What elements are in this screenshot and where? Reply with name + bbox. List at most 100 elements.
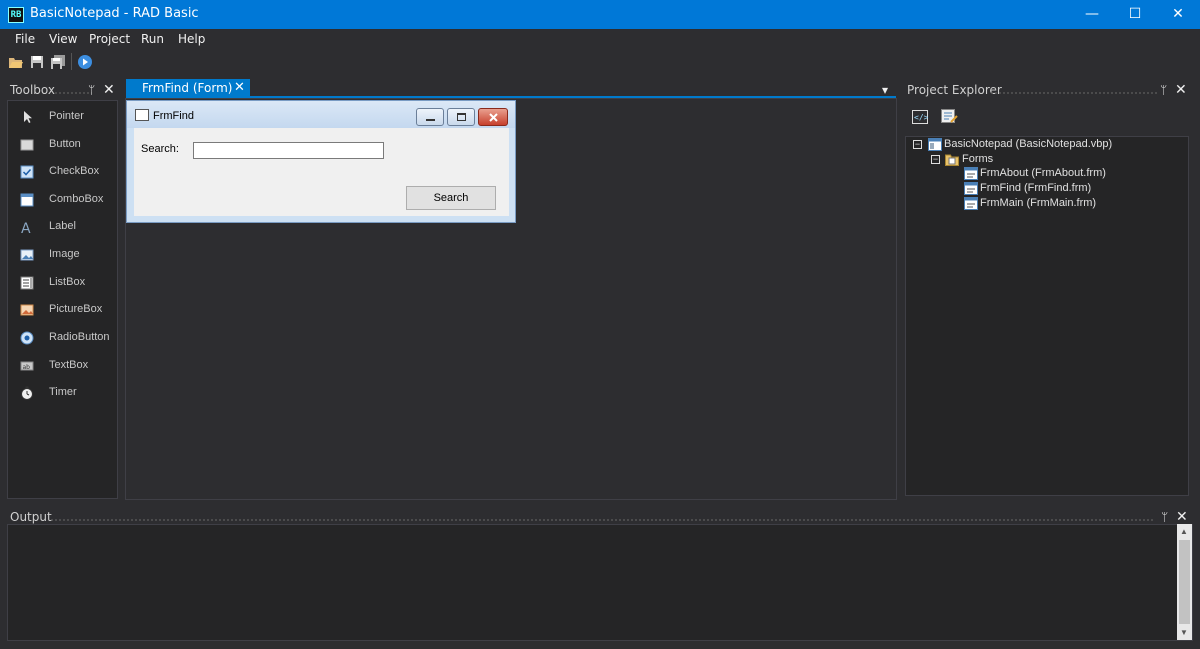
output-pin-icon[interactable]: ᛘ bbox=[1161, 510, 1168, 524]
header-grip bbox=[990, 91, 1157, 95]
project-explorer-header: Project Explorer ᛘ ✕ bbox=[907, 82, 1189, 101]
toolbox-item-label: ComboBox bbox=[49, 193, 104, 205]
toolbox-item-label: PictureBox bbox=[49, 303, 103, 315]
menu-file[interactable]: File bbox=[15, 32, 35, 46]
toolbox-item-timer[interactable]: Timer bbox=[20, 384, 120, 404]
radiobutton-icon bbox=[20, 331, 34, 345]
tab-label: FrmFind (Form) bbox=[142, 81, 233, 95]
save-all-icon[interactable] bbox=[50, 54, 66, 70]
designer-form-frmfind[interactable]: FrmFind Search: Search bbox=[126, 100, 516, 223]
form-caption-title: FrmFind bbox=[153, 110, 194, 122]
project-explorer-close-icon[interactable]: ✕ bbox=[1175, 82, 1187, 98]
toolbox-item-label: Label bbox=[49, 220, 76, 232]
tab-frmfind-form[interactable]: FrmFind (Form) ✕ bbox=[126, 79, 250, 97]
search-input[interactable] bbox=[193, 142, 384, 159]
tree-node-form[interactable]: FrmFind (FrmFind.frm) bbox=[964, 182, 1184, 196]
search-button[interactable]: Search bbox=[406, 186, 496, 210]
form-maximize-button[interactable] bbox=[447, 108, 475, 126]
scroll-up-icon[interactable]: ▲ bbox=[1180, 527, 1188, 536]
run-icon[interactable] bbox=[77, 54, 93, 70]
tree-node-forms[interactable]: − Forms bbox=[931, 153, 1181, 167]
tree-node-form[interactable]: FrmAbout (FrmAbout.frm) bbox=[964, 167, 1184, 181]
toolbox-item-pointer[interactable]: Pointer bbox=[20, 108, 120, 128]
folder-icon bbox=[945, 154, 959, 166]
view-code-icon[interactable]: </> bbox=[912, 110, 928, 124]
svg-text:ab: ab bbox=[23, 364, 31, 371]
tree-node-project[interactable]: − BasicNotepad (BasicNotepad.vbp) bbox=[913, 138, 1183, 152]
form-minimize-button[interactable] bbox=[416, 108, 444, 126]
button-icon bbox=[20, 139, 34, 151]
project-icon bbox=[928, 138, 942, 151]
menu-run[interactable]: Run bbox=[141, 32, 164, 46]
tree-label: BasicNotepad (BasicNotepad.vbp) bbox=[944, 138, 1113, 150]
toolbox-item-textbox[interactable]: ab TextBox bbox=[20, 357, 120, 377]
pointer-icon bbox=[24, 111, 32, 123]
output-panel[interactable] bbox=[7, 524, 1193, 641]
picturebox-icon bbox=[20, 304, 34, 316]
toolbox-close-icon[interactable]: ✕ bbox=[103, 82, 115, 98]
timer-icon bbox=[21, 386, 33, 400]
project-explorer-title: Project Explorer bbox=[907, 83, 1002, 97]
minimize-button[interactable]: — bbox=[1070, 0, 1114, 29]
image-icon bbox=[20, 249, 34, 261]
project-explorer-pin-icon[interactable]: ᛘ bbox=[1160, 83, 1167, 97]
output-close-icon[interactable]: ✕ bbox=[1176, 509, 1188, 525]
toolbox-panel: Pointer Button CheckBox ComboBox A Label… bbox=[7, 100, 118, 499]
maximize-button[interactable]: ☐ bbox=[1113, 0, 1157, 29]
tab-dropdown-icon[interactable]: ▾ bbox=[882, 83, 888, 97]
toolbox-header: Toolbox ᛘ ✕ bbox=[10, 82, 118, 101]
toolbox-item-radiobutton[interactable]: RadioButton bbox=[20, 329, 120, 349]
toolbox-item-label[interactable]: A Label bbox=[20, 218, 120, 238]
app-icon: RB bbox=[8, 7, 24, 23]
menu-project[interactable]: Project bbox=[89, 32, 130, 46]
form-icon bbox=[964, 182, 978, 195]
tree-label: FrmFind (FrmFind.frm) bbox=[980, 182, 1092, 194]
scroll-down-icon[interactable]: ▼ bbox=[1180, 628, 1188, 637]
tab-close-icon[interactable]: ✕ bbox=[234, 79, 245, 95]
toolbox-item-button[interactable]: Button bbox=[20, 136, 120, 156]
svg-text:A: A bbox=[21, 221, 31, 234]
view-object-icon[interactable] bbox=[941, 109, 958, 124]
tree-node-form[interactable]: FrmMain (FrmMain.frm) bbox=[964, 197, 1184, 211]
collapse-icon[interactable]: − bbox=[931, 155, 940, 164]
form-window-icon bbox=[135, 109, 149, 121]
toolbox-item-picturebox[interactable]: PictureBox bbox=[20, 301, 120, 321]
toolbox-item-label: ListBox bbox=[49, 276, 86, 288]
form-icon bbox=[964, 167, 978, 180]
toolbox-item-label: CheckBox bbox=[49, 165, 100, 177]
toolbox-item-listbox[interactable]: ListBox bbox=[20, 274, 120, 294]
listbox-icon bbox=[20, 276, 34, 290]
scrollbar-thumb[interactable] bbox=[1179, 540, 1190, 624]
toolbox-pin-icon[interactable]: ᛘ bbox=[88, 83, 95, 97]
menu-bar: File View Project Run Help bbox=[0, 29, 1200, 50]
close-icon bbox=[489, 113, 498, 122]
toolbox-item-combobox[interactable]: ComboBox bbox=[20, 191, 120, 211]
form-close-button[interactable] bbox=[478, 108, 508, 126]
toolbox-item-label: RadioButton bbox=[49, 331, 110, 343]
tree-label: FrmAbout (FrmAbout.frm) bbox=[980, 167, 1106, 179]
header-grip bbox=[54, 91, 92, 95]
output-scrollbar[interactable]: ▲ ▼ bbox=[1177, 524, 1192, 640]
menu-help[interactable]: Help bbox=[178, 32, 205, 46]
toolbox-item-label: TextBox bbox=[49, 359, 89, 371]
form-caption-bar: FrmFind bbox=[127, 101, 515, 128]
collapse-icon[interactable]: − bbox=[913, 140, 922, 149]
toolbox-item-image[interactable]: Image bbox=[20, 246, 120, 266]
toolbox-item-label: Button bbox=[49, 138, 81, 150]
save-icon[interactable] bbox=[29, 54, 45, 70]
menu-view[interactable]: View bbox=[49, 32, 77, 46]
checkbox-icon bbox=[20, 165, 34, 179]
toolbox-item-label: Timer bbox=[49, 386, 77, 398]
form-icon bbox=[964, 197, 978, 210]
toolbox-title: Toolbox bbox=[10, 83, 55, 97]
toolbox-item-checkbox[interactable]: CheckBox bbox=[20, 163, 120, 183]
svg-text:</>: </> bbox=[914, 113, 928, 122]
label-icon: A bbox=[21, 221, 31, 234]
window-title: BasicNotepad - RAD Basic bbox=[30, 6, 199, 21]
title-bar[interactable]: RB BasicNotepad - RAD Basic — ☐ ✕ bbox=[0, 0, 1200, 29]
close-window-button[interactable]: ✕ bbox=[1156, 0, 1200, 29]
textbox-icon: ab bbox=[20, 361, 34, 371]
maximize-icon bbox=[457, 113, 466, 121]
open-folder-icon[interactable] bbox=[8, 54, 24, 70]
toolbox-item-label: Image bbox=[49, 248, 80, 260]
